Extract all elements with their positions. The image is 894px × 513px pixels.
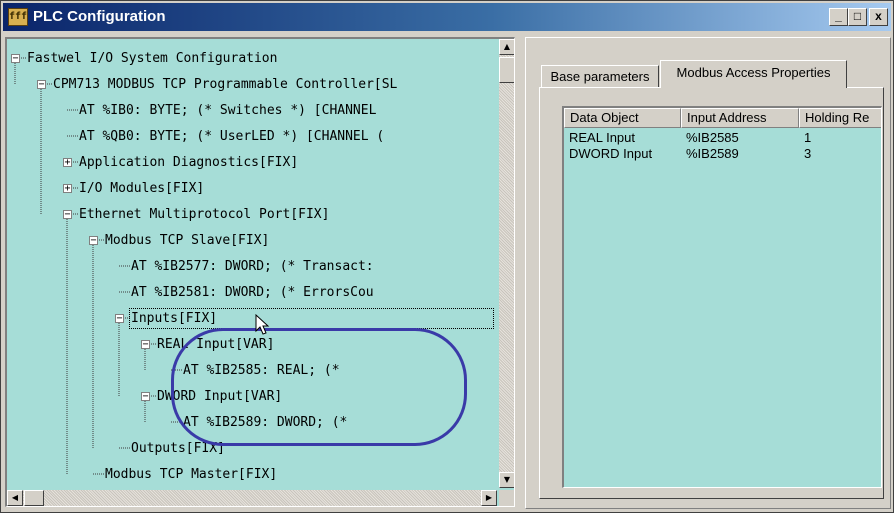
properties-panel: Base parameters Modbus Access Properties…: [525, 37, 891, 509]
scroll-up-button[interactable]: ▲: [499, 39, 514, 55]
tree-node-label[interactable]: AT %IB2589: DWORD; (*: [183, 414, 347, 431]
mouse-cursor-icon: [255, 314, 270, 335]
table-cell-holding-register[interactable]: 3: [804, 146, 874, 162]
tree-node-label[interactable]: Modbus TCP Master[FIX]: [105, 466, 277, 483]
vertical-scroll-thumb[interactable]: [499, 57, 514, 83]
configuration-tree[interactable]: − Fastwel I/O System Configuration − CPM713…: [5, 37, 515, 507]
scroll-down-arrow-icon: ▼: [503, 475, 511, 484]
scroll-right-button[interactable]: ▶: [481, 490, 497, 506]
tree-node-label[interactable]: AT %QB0: BYTE; (* UserLED *) [CHANNEL (: [79, 128, 384, 145]
horizontal-scrollbar[interactable]: ◀ ▶: [7, 490, 497, 506]
tree-node-label[interactable]: Fastwel I/O System Configuration: [27, 50, 277, 67]
collapse-node-icon[interactable]: −: [63, 210, 72, 220]
scroll-left-button[interactable]: ◀: [7, 490, 23, 506]
tree-node-label[interactable]: Application Diagnostics[FIX]: [79, 154, 298, 171]
scroll-corner: [499, 490, 514, 506]
collapse-node-icon[interactable]: −: [141, 392, 150, 402]
pane-splitter[interactable]: [517, 37, 523, 509]
table-cell-input-address[interactable]: %IB2589: [686, 146, 796, 162]
tree-node-label[interactable]: CPM713 MODBUS TCP Programmable Controlle…: [53, 76, 397, 93]
table-cell-data-object[interactable]: DWORD Input: [569, 146, 679, 162]
scroll-down-button[interactable]: ▼: [499, 472, 514, 488]
tab-modbus-access-properties[interactable]: Modbus Access Properties: [660, 60, 847, 88]
maximize-button[interactable]: □: [848, 8, 867, 26]
expand-node-icon[interactable]: +: [63, 158, 72, 168]
collapse-node-icon[interactable]: −: [37, 80, 46, 90]
collapse-node-icon[interactable]: −: [11, 54, 20, 64]
table-cell-input-address[interactable]: %IB2585: [686, 130, 796, 146]
table-cell-holding-register[interactable]: 1: [804, 130, 874, 146]
window-title: PLC Configuration: [33, 8, 166, 25]
tree-node-label[interactable]: AT %IB0: BYTE; (* Switches *) [CHANNEL: [79, 102, 376, 119]
scroll-up-arrow-icon: ▲: [503, 42, 511, 51]
modbus-access-table[interactable]: Data Object Input Address Holding Re REA…: [562, 106, 882, 488]
tab-page: Data Object Input Address Holding Re REA…: [539, 87, 884, 499]
tree-node-label[interactable]: DWORD Input[VAR]: [157, 388, 282, 405]
tab-base-parameters[interactable]: Base parameters: [541, 65, 659, 87]
vertical-scrollbar[interactable]: ▲ ▼: [499, 39, 514, 488]
tree-node-label[interactable]: Outputs[FIX]: [131, 440, 225, 457]
horizontal-scroll-thumb[interactable]: [24, 490, 44, 506]
tree-node-label[interactable]: I/O Modules[FIX]: [79, 180, 204, 197]
scroll-left-arrow-icon: ◀: [11, 493, 19, 502]
column-header-data-object[interactable]: Data Object: [564, 108, 681, 128]
column-header-input-address[interactable]: Input Address: [681, 108, 799, 128]
tree-node-label[interactable]: AT %IB2585: REAL; (*: [183, 362, 340, 379]
tree-node-label[interactable]: AT %IB2581: DWORD; (* ErrorsCou: [131, 284, 374, 301]
expand-node-icon[interactable]: +: [63, 184, 72, 194]
title-bar[interactable]: fff PLC Configuration _ □ x: [3, 3, 891, 31]
table-cell-data-object[interactable]: REAL Input: [569, 130, 679, 146]
tree-node-label[interactable]: Modbus TCP Slave[FIX]: [105, 232, 269, 249]
collapse-node-icon[interactable]: −: [89, 236, 98, 246]
tree-node-label[interactable]: Inputs[FIX]: [129, 308, 494, 329]
plc-configuration-window: fff PLC Configuration _ □ x − Fastwel I/O…: [0, 0, 894, 513]
tree-node-label[interactable]: AT %IB2577: DWORD; (* Transact:: [131, 258, 374, 275]
collapse-node-icon[interactable]: −: [115, 314, 124, 324]
collapse-node-icon[interactable]: −: [141, 340, 150, 350]
app-icon: fff: [8, 8, 28, 26]
close-button[interactable]: x: [869, 8, 888, 26]
minimize-button[interactable]: _: [829, 8, 848, 26]
scroll-right-arrow-icon: ▶: [485, 493, 493, 502]
column-header-holding-register[interactable]: Holding Re: [799, 108, 881, 128]
tree-node-label[interactable]: Ethernet Multiprotocol Port[FIX]: [79, 206, 329, 223]
tree-node-label[interactable]: REAL Input[VAR]: [157, 336, 274, 353]
